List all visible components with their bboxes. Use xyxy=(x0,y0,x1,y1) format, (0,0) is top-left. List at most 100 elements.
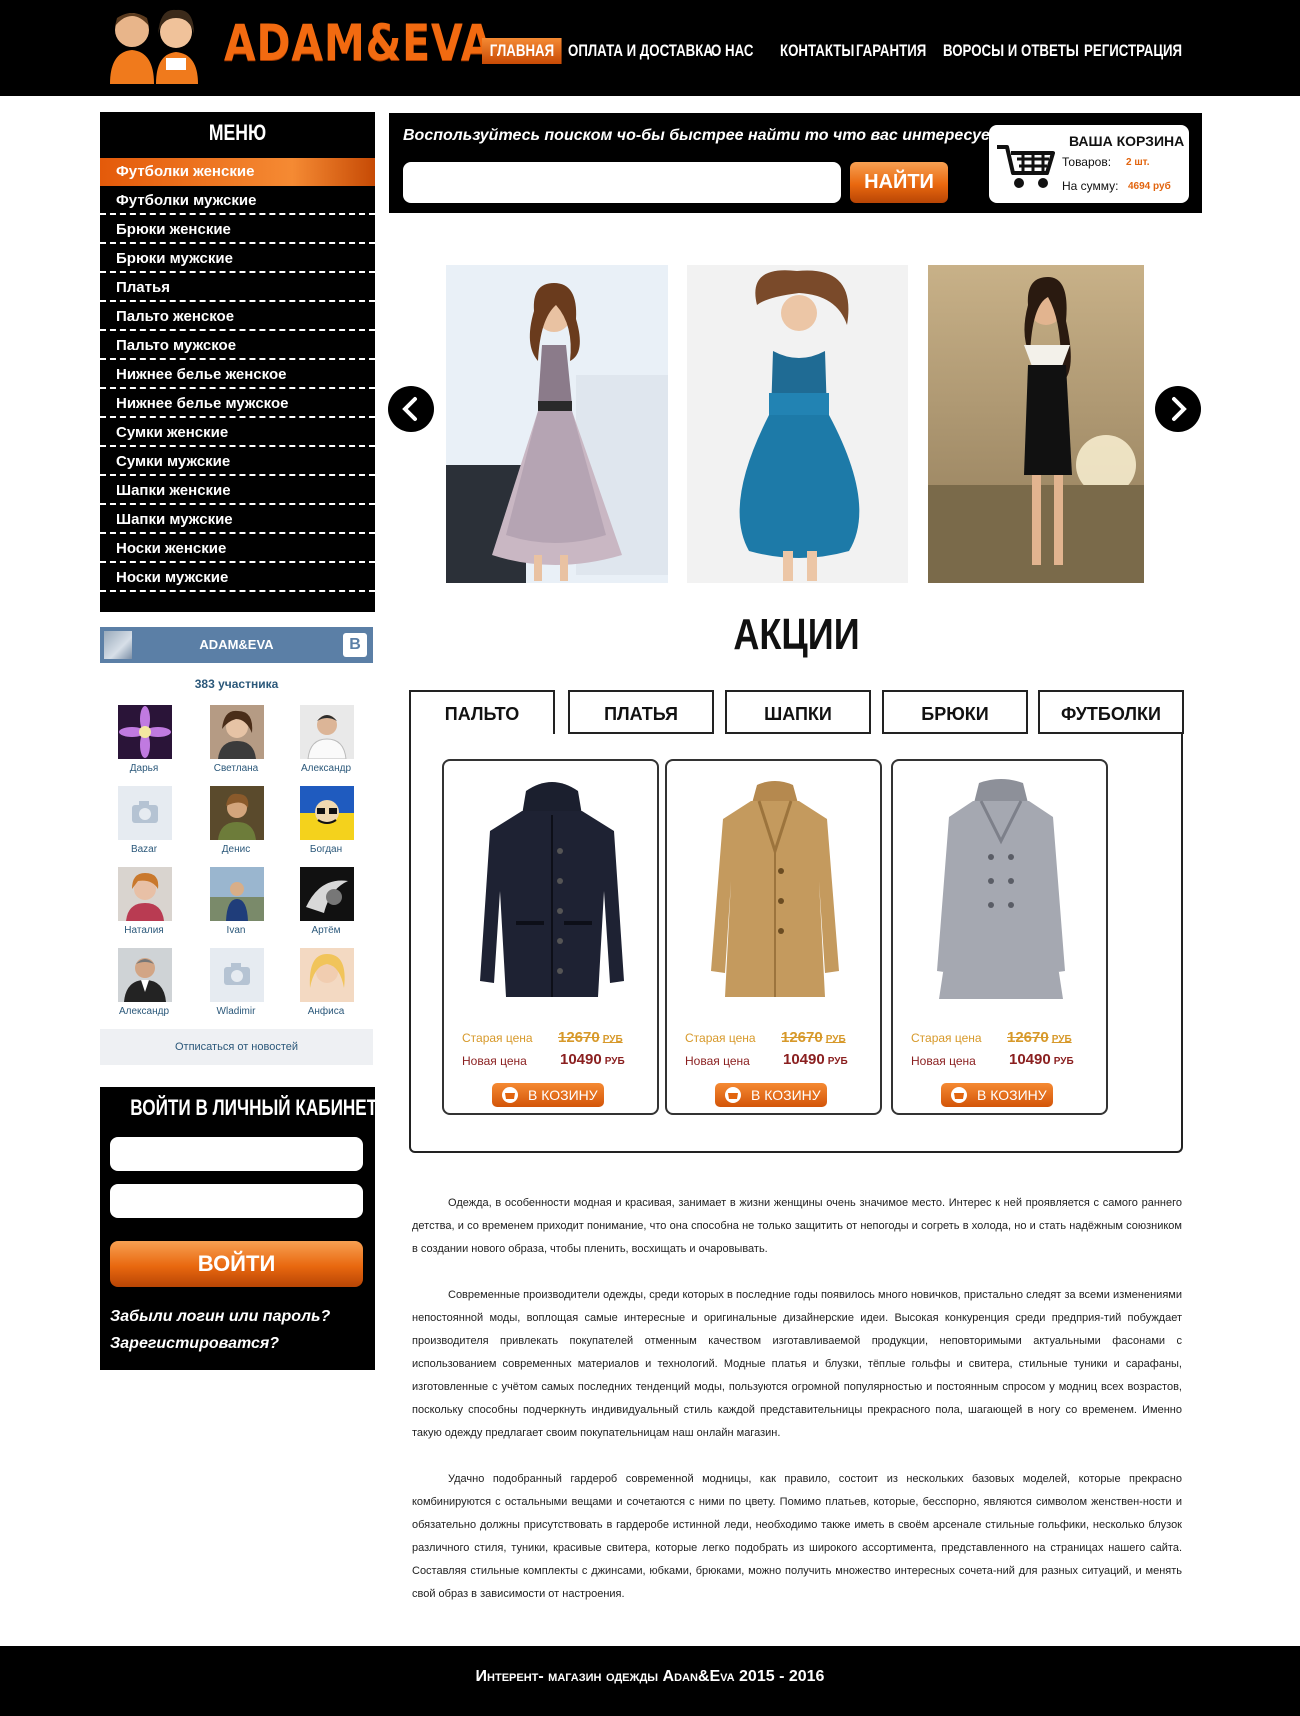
sidebar-item-bags-women[interactable]: Сумки женские xyxy=(100,419,375,447)
tab-trousers[interactable]: БРЮКИ xyxy=(882,690,1028,734)
product-image-coat-camel[interactable] xyxy=(687,771,864,1011)
vk-member[interactable]: Анфиса xyxy=(296,948,356,1020)
new-price: 10490 РУБ xyxy=(560,1051,625,1068)
currency: РУБ xyxy=(825,1034,846,1045)
product-card[interactable]: Старая цена 12670 РУБ Новая цена 10490 РУБ… xyxy=(891,759,1108,1115)
search-button[interactable]: НАЙТИ xyxy=(850,162,948,203)
member-avatar-icon[interactable] xyxy=(210,867,264,921)
vk-members-count[interactable]: 383 участника xyxy=(100,677,373,691)
sidebar-item-tshirts-women[interactable]: Футболки женские xyxy=(100,158,375,186)
basket-icon xyxy=(502,1087,518,1103)
nav-item-contacts[interactable]: КОНТАКТЫ xyxy=(780,38,854,64)
nav-item-payment-delivery[interactable]: ОПЛАТА И ДОСТАВКА xyxy=(568,38,713,64)
sidebar-item-dresses[interactable]: Платья xyxy=(100,274,375,302)
promotions-tabs: ПАЛЬТО ПЛАТЬЯ ШАПКИ БРЮКИ ФУТБОЛКИ Стара… xyxy=(409,690,1184,1155)
member-avatar-icon[interactable] xyxy=(300,705,354,759)
sidebar-item-trousers-women[interactable]: Брюки женские xyxy=(100,216,375,244)
currency: РУБ xyxy=(1053,1056,1074,1067)
nav-item-guarantee[interactable]: ГАРАНТИЯ xyxy=(856,38,926,64)
sidebar-item-underwear-women[interactable]: Нижнее белье женское xyxy=(100,361,375,389)
tab-dresses[interactable]: ПЛАТЬЯ xyxy=(568,690,714,734)
product-card[interactable]: Старая цена 12670 РУБ Новая цена 10490 РУБ… xyxy=(665,759,882,1115)
vk-member[interactable]: Bazar xyxy=(114,786,174,858)
logo-text[interactable]: ADAM&EVA xyxy=(224,14,493,72)
slide-dress-lilac[interactable] xyxy=(446,265,668,583)
login-button[interactable]: ВОЙТИ xyxy=(110,1241,363,1287)
shopping-cart-icon[interactable] xyxy=(995,141,1055,191)
vk-member[interactable]: Дарья xyxy=(114,705,174,777)
sidebar-item-hats-women[interactable]: Шапки женские xyxy=(100,477,375,505)
member-avatar-icon[interactable] xyxy=(118,867,172,921)
new-price: 10490 РУБ xyxy=(783,1051,848,1068)
tab-panel-coats: Старая цена 12670 РУБ Новая цена 10490 РУБ… xyxy=(409,734,1183,1153)
vk-member[interactable]: Богдан xyxy=(296,786,356,858)
slider-next-button[interactable] xyxy=(1155,386,1201,432)
cart-widget[interactable]: ВАША КОРЗИНА Товаров: 2 шт. На сумму: 46… xyxy=(989,125,1189,203)
add-to-cart-button[interactable]: В КОЗИНУ xyxy=(941,1083,1053,1107)
member-avatar-icon[interactable] xyxy=(118,948,172,1002)
nav-item-about[interactable]: О НАС xyxy=(711,38,753,64)
forgot-password-link[interactable]: Забыли логин или пароль? xyxy=(110,1308,330,1326)
sidebar-item-tshirts-men[interactable]: Футболки мужские xyxy=(100,187,375,215)
camera-placeholder-icon[interactable] xyxy=(210,948,264,1002)
password-field[interactable] xyxy=(110,1184,363,1218)
login-field[interactable] xyxy=(110,1137,363,1171)
product-card[interactable]: Старая цена 12670 РУБ Новая цена 10490 РУБ… xyxy=(442,759,659,1115)
register-link[interactable]: Зарегистироватся? xyxy=(110,1335,279,1353)
member-avatar-icon[interactable] xyxy=(300,948,354,1002)
vk-widget-header[interactable]: ADAM&EVA В xyxy=(100,627,373,663)
vk-member[interactable]: Ivan xyxy=(206,867,266,939)
nav-item-registration[interactable]: РЕГИСТРАЦИЯ xyxy=(1084,38,1182,64)
vk-member[interactable]: Наталия xyxy=(114,867,174,939)
currency: РУБ xyxy=(1051,1034,1072,1045)
vk-member[interactable]: Wladimir xyxy=(206,948,266,1020)
add-to-cart-button[interactable]: В КОЗИНУ xyxy=(715,1083,827,1107)
new-price: 10490 РУБ xyxy=(1009,1051,1074,1068)
sidebar-item-trousers-men[interactable]: Брюки мужские xyxy=(100,245,375,273)
vk-unsubscribe-link[interactable]: Отписаться от новостей xyxy=(100,1029,373,1065)
vk-member[interactable]: Артём xyxy=(296,867,356,939)
sidebar-item-hats-men[interactable]: Шапки мужские xyxy=(100,506,375,534)
search-input[interactable] xyxy=(403,162,841,203)
vk-member[interactable]: Александр xyxy=(114,948,174,1020)
tab-coats[interactable]: ПАЛЬТО xyxy=(409,690,555,734)
vk-logo-icon[interactable]: В xyxy=(343,633,367,657)
new-price-value: 10490 xyxy=(1009,1051,1051,1068)
member-avatar-icon[interactable] xyxy=(210,705,264,759)
logo-characters-icon[interactable] xyxy=(100,4,212,84)
product-image-coat-grey[interactable] xyxy=(913,771,1090,1011)
sidebar-item-coats-men[interactable]: Пальто мужское xyxy=(100,332,375,360)
sidebar-item-coats-women[interactable]: Пальто женское xyxy=(100,303,375,331)
old-price-label: Старая цена xyxy=(911,1031,982,1045)
add-to-cart-label: В КОЗИНУ xyxy=(528,1087,598,1103)
slider-prev-button[interactable] xyxy=(388,386,434,432)
tab-tshirts[interactable]: ФУТБОЛКИ xyxy=(1038,690,1184,734)
member-name: Анфиса xyxy=(307,1006,345,1017)
chevron-right-icon xyxy=(1172,397,1187,421)
member-avatar-icon[interactable] xyxy=(300,786,354,840)
new-price-label: Новая цена xyxy=(911,1054,976,1068)
camera-placeholder-icon[interactable] xyxy=(118,786,172,840)
vk-member[interactable]: Светлана xyxy=(206,705,266,777)
add-to-cart-button[interactable]: В КОЗИНУ xyxy=(492,1083,604,1107)
nav-item-faq[interactable]: ВОРОСЫ И ОТВЕТЫ xyxy=(943,38,1079,64)
member-name: Дарья xyxy=(129,763,159,774)
member-avatar-icon[interactable] xyxy=(210,786,264,840)
vk-member[interactable]: Александр xyxy=(296,705,356,777)
member-avatar-icon[interactable] xyxy=(300,867,354,921)
add-to-cart-label: В КОЗИНУ xyxy=(751,1087,821,1103)
product-image-coat-navy[interactable] xyxy=(464,771,641,1011)
slide-dress-black[interactable] xyxy=(928,265,1144,583)
sidebar-item-bags-men[interactable]: Сумки мужские xyxy=(100,448,375,476)
nav-item-home[interactable]: ГЛАВНАЯ xyxy=(482,38,562,64)
sidebar-item-underwear-men[interactable]: Нижнее белье мужское xyxy=(100,390,375,418)
sidebar-item-socks-women[interactable]: Носки женские xyxy=(100,535,375,563)
site-footer: Интерент- магазин одежды Adan&Eva 2015 -… xyxy=(0,1646,1300,1716)
member-avatar-icon[interactable] xyxy=(118,705,172,759)
tab-hats[interactable]: ШАПКИ xyxy=(725,690,871,734)
vk-member[interactable]: Денис xyxy=(206,786,266,858)
slide-dress-blue[interactable] xyxy=(687,265,908,583)
sidebar-item-socks-men[interactable]: Носки мужские xyxy=(100,564,375,592)
member-name: Александр xyxy=(118,1006,170,1017)
vk-group-name[interactable]: ADAM&EVA xyxy=(100,637,373,652)
